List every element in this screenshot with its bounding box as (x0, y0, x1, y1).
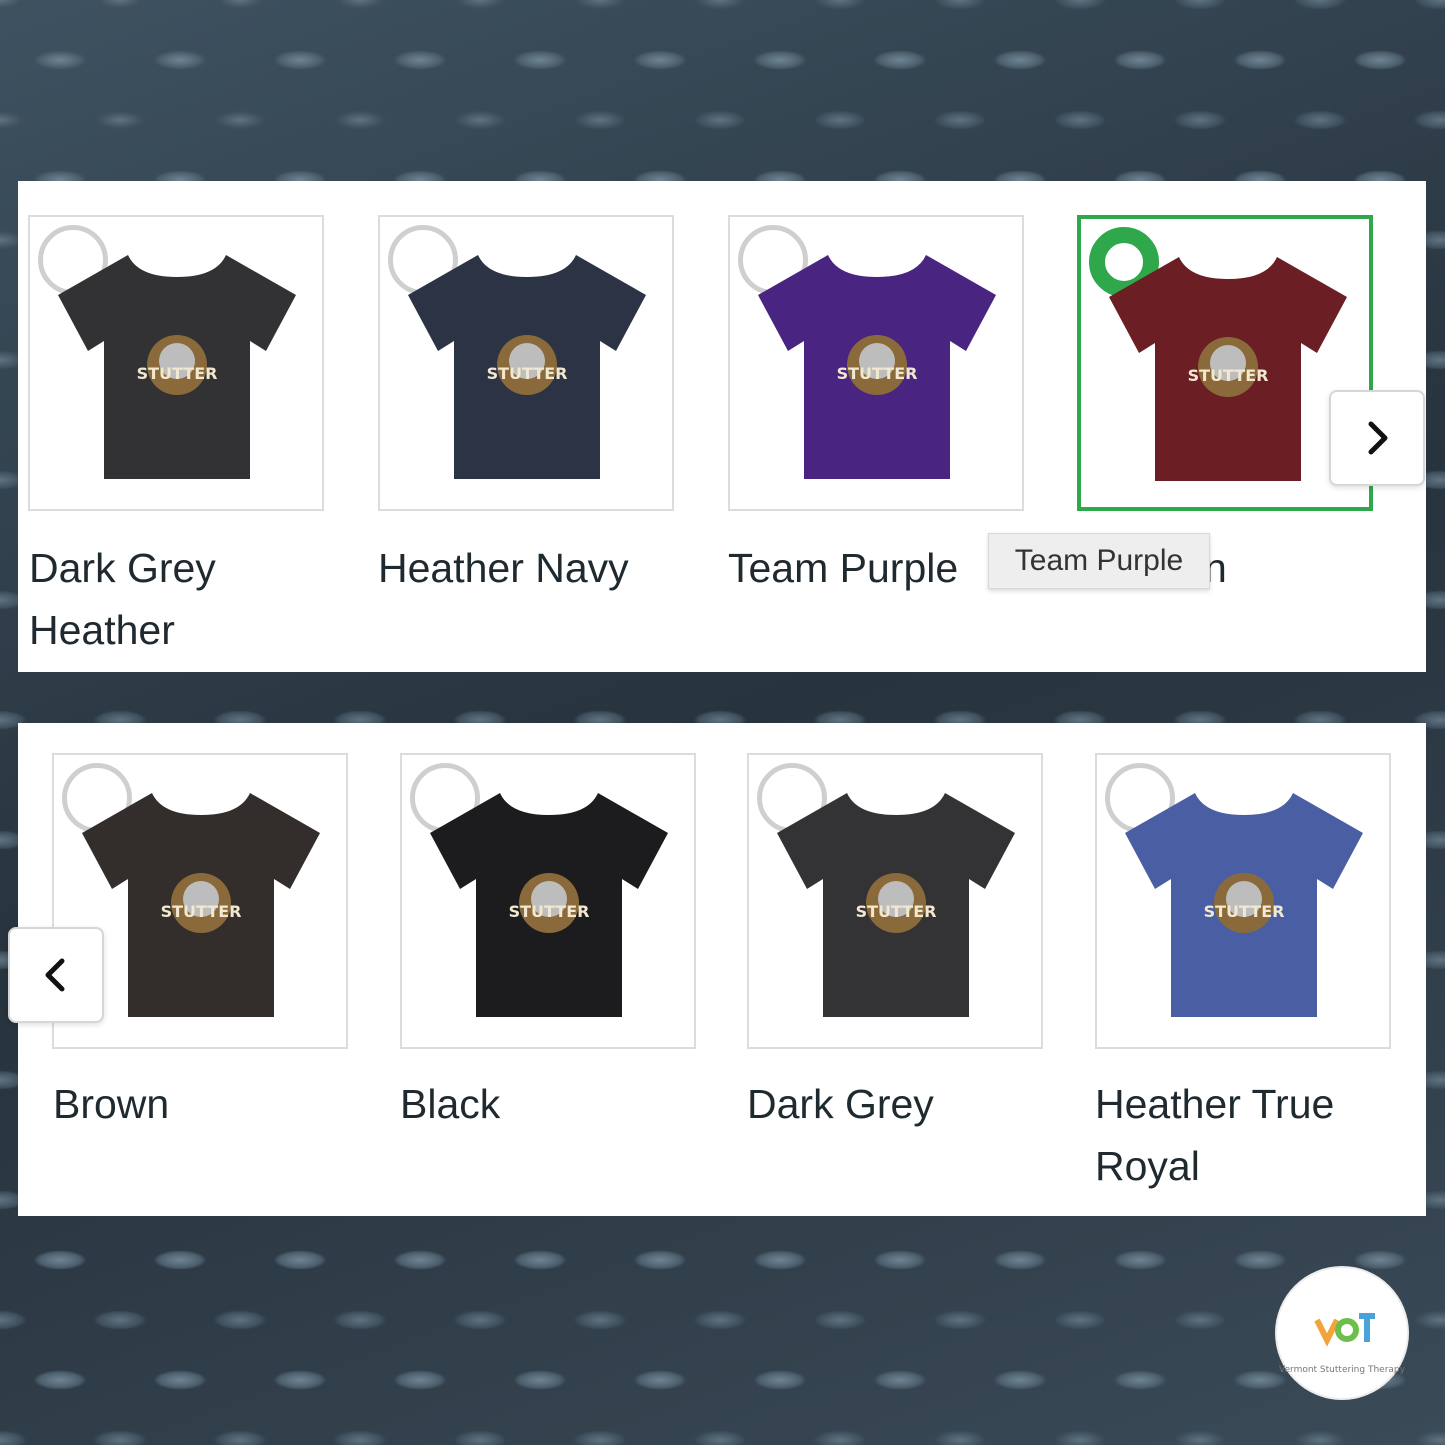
swatch-label: Dark Grey (747, 1081, 934, 1127)
swatch-dark-grey-heather[interactable]: STUTTER (28, 215, 324, 511)
logo-image: Vermont Stuttering Therapy (1279, 1313, 1406, 1375)
swatch-team-purple[interactable]: STUTTER (728, 215, 1024, 511)
swatch-black[interactable]: STUTTER (400, 753, 696, 1049)
tshirt-image: STUTTER (758, 255, 996, 479)
tooltip: Team Purple (988, 533, 1210, 589)
tshirt-image: STUTTER (82, 793, 320, 1017)
swatch-label: Heather True Royal (1095, 1081, 1335, 1189)
vst-logo: Vermont Stuttering Therapy (1277, 1268, 1407, 1398)
swatch-label: Brown (53, 1081, 170, 1127)
design-text: STUTTER (1204, 902, 1285, 921)
tshirt-image: STUTTER (58, 255, 296, 479)
swatch-heather-true-royal[interactable]: STUTTER (1095, 753, 1391, 1049)
tshirt-image: STUTTER (1109, 257, 1347, 481)
design-text: STUTTER (137, 364, 218, 383)
swatch-heather-navy[interactable]: STUTTER (378, 215, 674, 511)
tshirt-image: STUTTER (430, 793, 668, 1017)
swatch-label-partial: n (1204, 545, 1227, 591)
swatch-label: Team Purple (728, 545, 959, 591)
swatch-dark-grey[interactable]: STUTTER (747, 753, 1043, 1049)
design-text: STUTTER (1188, 366, 1269, 385)
design-text: STUTTER (856, 902, 937, 921)
tshirt-image: STUTTER (1125, 793, 1363, 1017)
design-text: STUTTER (837, 364, 918, 383)
swatch-label: Black (400, 1081, 501, 1127)
color-selector-row-1: STUTTER STUTTER STUTTER STUTTER Dark Gre… (18, 181, 1426, 672)
logo-text: Vermont Stuttering Therapy (1279, 1365, 1406, 1375)
swatch-label: Heather Navy (378, 545, 629, 591)
previous-button[interactable] (8, 927, 104, 1023)
design-text: STUTTER (161, 902, 242, 921)
design-text: STUTTER (487, 364, 568, 383)
next-button[interactable] (1329, 390, 1425, 486)
chevron-left-icon (45, 958, 65, 992)
swatch-label: Dark Grey Heather (29, 545, 216, 653)
color-selector-row-2: STUTTER STUTTER STUTTER STUTTER Brown Bl… (8, 723, 1426, 1216)
chevron-right-icon (1368, 421, 1388, 455)
design-text: STUTTER (509, 902, 590, 921)
tshirt-image: STUTTER (777, 793, 1015, 1017)
tshirt-image: STUTTER (408, 255, 646, 479)
